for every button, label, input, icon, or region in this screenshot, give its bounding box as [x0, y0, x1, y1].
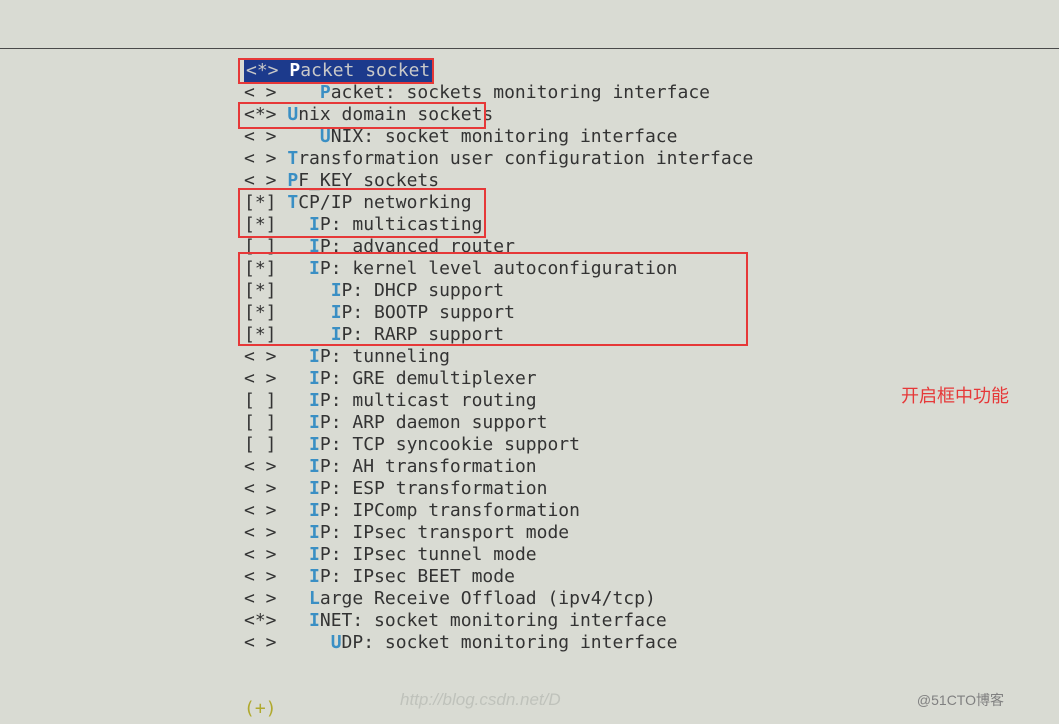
- menu-item[interactable]: < > IP: AH transformation: [244, 456, 753, 478]
- menu-item[interactable]: [*] TCP/IP networking: [244, 192, 753, 214]
- menu-item[interactable]: < > IP: IPsec BEET mode: [244, 566, 753, 588]
- watermark-url: http://blog.csdn.net/D: [400, 690, 561, 710]
- watermark-brand: @51CTO博客: [917, 690, 1004, 710]
- menu-item[interactable]: < > Large Receive Offload (ipv4/tcp): [244, 588, 753, 610]
- horizontal-divider: [0, 48, 1059, 49]
- menu-item[interactable]: [ ] IP: advanced router: [244, 236, 753, 258]
- menu-item[interactable]: < > IP: IPsec tunnel mode: [244, 544, 753, 566]
- menu-item[interactable]: [*] IP: BOOTP support: [244, 302, 753, 324]
- menu-item[interactable]: [*] IP: RARP support: [244, 324, 753, 346]
- menu-item[interactable]: < > IP: GRE demultiplexer: [244, 368, 753, 390]
- menu-item[interactable]: [*] IP: kernel level autoconfiguration: [244, 258, 753, 280]
- annotation-text: 开启框中功能: [901, 382, 1009, 408]
- menu-item[interactable]: <*> Unix domain sockets: [244, 104, 753, 126]
- menu-item[interactable]: < > IP: ESP transformation: [244, 478, 753, 500]
- menu-item[interactable]: <*> Packet socket: [244, 60, 753, 82]
- scroll-indicator: (+): [244, 698, 277, 719]
- menu-item[interactable]: [*] IP: multicasting: [244, 214, 753, 236]
- menu-item[interactable]: [ ] IP: TCP syncookie support: [244, 434, 753, 456]
- menu-item[interactable]: [ ] IP: multicast routing: [244, 390, 753, 412]
- menuconfig-list: <*> Packet socket< > Packet: sockets mon…: [244, 60, 753, 654]
- menu-item[interactable]: < > IP: IPComp transformation: [244, 500, 753, 522]
- menu-item[interactable]: < > UNIX: socket monitoring interface: [244, 126, 753, 148]
- menu-item[interactable]: < > Packet: sockets monitoring interface: [244, 82, 753, 104]
- menu-item[interactable]: [ ] IP: ARP daemon support: [244, 412, 753, 434]
- menu-item[interactable]: <*> INET: socket monitoring interface: [244, 610, 753, 632]
- menu-item[interactable]: < > PF_KEY sockets: [244, 170, 753, 192]
- menu-item[interactable]: [*] IP: DHCP support: [244, 280, 753, 302]
- menu-item[interactable]: < > Transformation user configuration in…: [244, 148, 753, 170]
- menu-item[interactable]: < > IP: IPsec transport mode: [244, 522, 753, 544]
- menu-item[interactable]: < > IP: tunneling: [244, 346, 753, 368]
- menu-item[interactable]: < > UDP: socket monitoring interface: [244, 632, 753, 654]
